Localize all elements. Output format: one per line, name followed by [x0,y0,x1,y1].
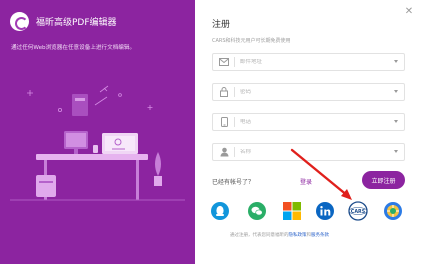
password-input[interactable] [240,89,390,95]
register-dialog: 福昕高级PDF编辑器 通过任何Web浏览器在任意设备上进行文档编辑。 注册 ✕ … [0,0,422,264]
foxit-logo-icon [10,12,29,31]
register-subtitle: CARS和科技元用户可长期免费使用 [212,38,291,44]
register-form: 注册 ✕ CARS和科技元用户可长期免费使用 邮件地址 密码 电话 名称 已经有… [195,0,422,264]
email-input[interactable] [240,59,390,65]
globe-icon[interactable] [382,200,404,222]
dropdown-icon[interactable] [394,60,398,63]
name-field[interactable] [212,143,405,161]
have-account-label: 已经有帐号了？ [212,179,255,186]
terms-notice: 通过注册，代表您同意福昕的隐私政策和服务条款 [230,233,329,238]
terms-of-service-link[interactable]: 服务条款 [311,233,329,238]
phone-icon [217,114,231,130]
dropdown-icon[interactable] [394,150,398,153]
close-icon[interactable]: ✕ [403,6,415,18]
register-button[interactable]: 立即注册 [362,171,405,189]
dropdown-icon[interactable] [394,90,398,93]
microsoft-icon[interactable] [281,200,303,222]
password-field[interactable] [212,83,405,101]
linkedin-icon[interactable] [314,200,336,222]
brand-name: 福昕高级PDF编辑器 [36,18,117,28]
user-icon [217,144,231,160]
dialog-title: 注册 [212,20,231,30]
name-input[interactable] [240,149,390,155]
dropdown-icon[interactable] [394,120,398,123]
carsi-icon[interactable]: CARS [347,200,369,222]
office-illustration [10,85,185,201]
qq-icon[interactable] [209,200,231,222]
phone-input[interactable] [240,119,390,125]
svg-text:CARS: CARS [351,209,366,215]
wechat-icon[interactable] [246,200,268,222]
brand: 福昕高级PDF编辑器 [10,12,117,31]
promo-panel: 福昕高级PDF编辑器 通过任何Web浏览器在任意设备上进行文档编辑。 [0,0,195,264]
mail-icon [217,54,231,70]
privacy-policy-link[interactable]: 隐私政策 [289,233,307,238]
tagline: 通过任何Web浏览器在任意设备上进行文档编辑。 [11,45,136,51]
lock-icon [217,84,231,100]
phone-field[interactable] [212,113,405,131]
email-field[interactable] [212,53,405,71]
login-link[interactable]: 登录 [300,177,312,186]
